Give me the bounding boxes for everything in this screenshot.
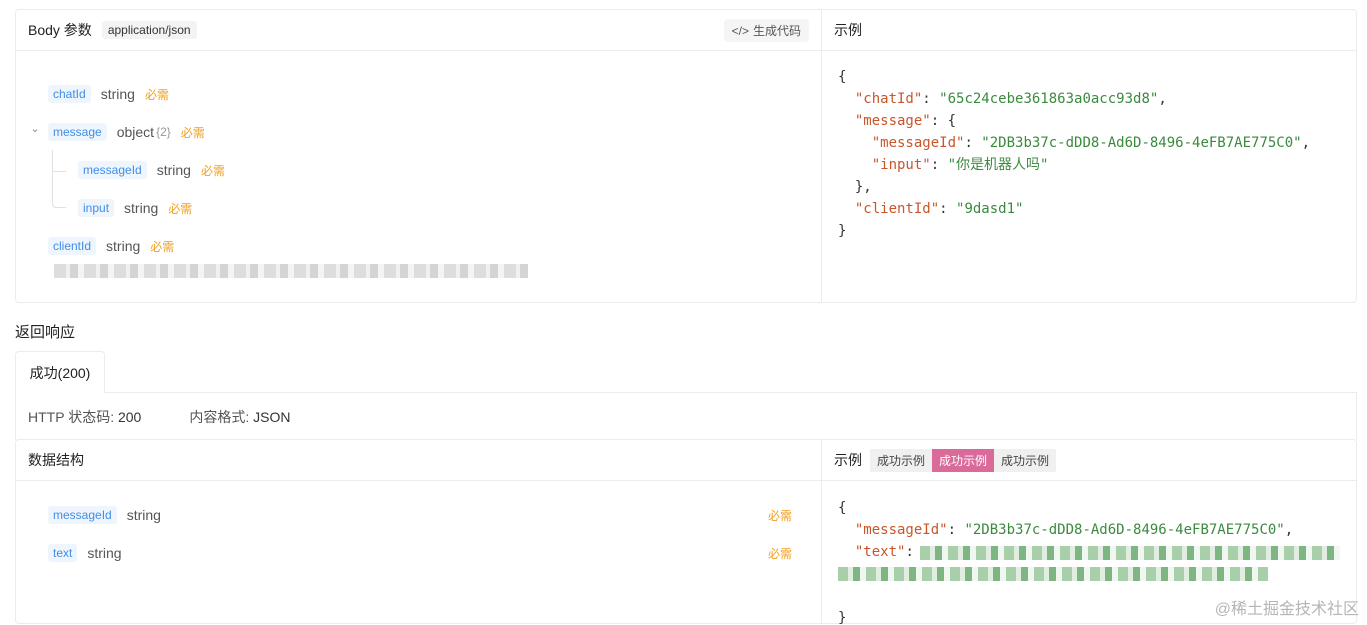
example-code: { "chatId": "65c24cebe361863a0acc93d8", … <box>838 69 1311 239</box>
response-section-title: 返回响应 <box>15 324 76 341</box>
field-row-messageid: messageId string 必需 <box>78 161 225 179</box>
response-example-title: 示例 <box>834 452 862 468</box>
field-type: string <box>126 507 161 523</box>
body-params-header: Body 参数 application/json </> 生成代码 <box>16 10 821 51</box>
field-name: messageId <box>78 161 147 179</box>
response-info-bar: HTTP 状态码: 200 内容格式: JSON <box>15 392 1357 440</box>
response-field-text: text string 必需 <box>48 544 792 562</box>
required-badge: 必需 <box>767 508 792 523</box>
generate-code-button[interactable]: </> 生成代码 <box>723 19 809 42</box>
structure-header: 数据结构 <box>16 440 821 481</box>
field-row-clientid: clientId string 必需 <box>48 237 174 255</box>
tree-connector <box>52 150 66 208</box>
chevron-down-icon[interactable]: ⌄ <box>28 122 42 136</box>
example-tab-1[interactable]: 成功示例 <box>870 448 933 472</box>
field-row-message[interactable]: message object {2} 必需 <box>48 123 205 141</box>
required-badge: 必需 <box>200 163 225 178</box>
http-status-value: 200 <box>117 408 142 425</box>
required-badge: 必需 <box>150 239 175 254</box>
http-status-label: HTTP 状态码: <box>28 408 115 425</box>
example-tab-2[interactable]: 成功示例 <box>932 448 995 472</box>
field-row-input: input string 必需 <box>78 199 192 217</box>
required-badge: 必需 <box>767 546 792 561</box>
field-type: string <box>87 545 122 561</box>
content-type-badge: application/json <box>101 21 197 39</box>
body-params-title: Body 参数 <box>28 22 92 38</box>
field-name: clientId <box>48 237 97 255</box>
example-header: 示例 <box>822 10 1356 51</box>
redacted-text-value-line1 <box>920 546 1340 560</box>
field-type: string <box>156 162 191 178</box>
body-params-section: Body 参数 application/json </> 生成代码 chatId… <box>16 10 822 302</box>
response-structure-panel: 数据结构 messageId string 必需 text string 必需 … <box>15 439 1357 625</box>
redacted-description <box>54 264 528 278</box>
content-format-value: JSON <box>253 408 291 425</box>
field-type: string <box>100 86 135 102</box>
code-icon: </> <box>731 23 749 38</box>
required-badge: 必需 <box>144 87 169 102</box>
field-type: string <box>124 200 159 216</box>
field-name: messageId <box>48 506 117 524</box>
field-row-chatid: chatId string 必需 <box>48 85 169 103</box>
tab-success-200[interactable]: 成功(200) <box>15 351 105 393</box>
field-type: object <box>116 124 155 140</box>
field-name: message <box>48 123 107 141</box>
tree-connector-tick <box>52 171 66 172</box>
structure-section: 数据结构 messageId string 必需 text string 必需 <box>16 440 822 623</box>
body-params-panel: Body 参数 application/json </> 生成代码 chatId… <box>15 9 1357 303</box>
example-tab-3[interactable]: 成功示例 <box>994 448 1057 472</box>
redacted-text-value-line2 <box>838 567 1268 581</box>
structure-title: 数据结构 <box>28 452 84 468</box>
generate-code-label: 生成代码 <box>752 24 801 38</box>
content-format-label: 内容格式: <box>189 408 250 425</box>
example-tabs: 成功示例 成功示例 成功示例 <box>870 448 1057 472</box>
response-field-messageid: messageId string 必需 <box>48 506 792 524</box>
required-badge: 必需 <box>168 201 193 216</box>
example-title: 示例 <box>834 22 862 38</box>
example-section: 示例 { "chatId": "65c24cebe361863a0acc93d8… <box>822 10 1356 302</box>
response-example-header: 示例 成功示例 成功示例 成功示例 <box>822 440 1356 481</box>
field-child-count: {2} <box>156 125 171 139</box>
required-badge: 必需 <box>180 125 205 140</box>
field-name: chatId <box>48 85 91 103</box>
field-name: input <box>78 199 115 217</box>
field-name: text <box>48 544 78 562</box>
field-type: string <box>106 238 141 254</box>
watermark: @稀土掘金技术社区 <box>1214 601 1359 618</box>
